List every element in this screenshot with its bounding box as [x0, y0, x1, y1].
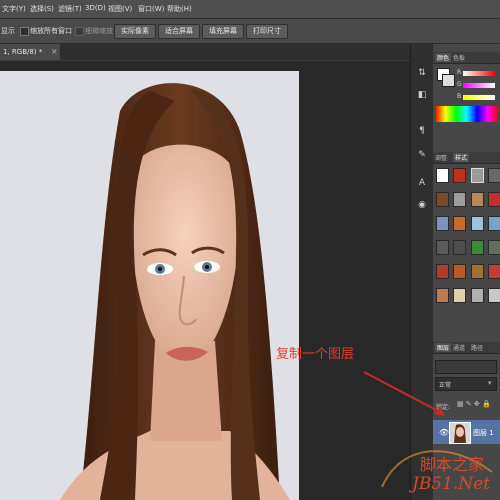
watermark: 脚本之家 JB51.Net: [372, 447, 500, 500]
watermark-line1: 脚本之家: [420, 455, 485, 474]
annotation-arrow: [363, 371, 445, 416]
watermark-line2: JB51.Net: [412, 474, 491, 494]
